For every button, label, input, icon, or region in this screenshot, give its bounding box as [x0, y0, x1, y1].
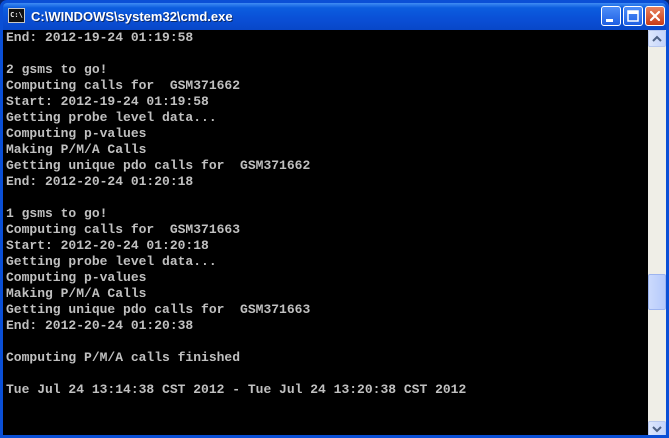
arrow-down-icon — [652, 426, 662, 433]
close-button[interactable] — [645, 6, 665, 26]
console-line: Making P/M/A Calls — [6, 142, 147, 157]
scroll-down-button[interactable] — [648, 421, 666, 435]
cmd-window: C:\ C:\WINDOWS\system32\cmd.exe End: 201… — [0, 0, 669, 438]
console-line: End: 2012-19-24 01:19:58 — [6, 30, 194, 45]
minimize-button[interactable] — [601, 6, 621, 26]
minimize-icon — [606, 19, 613, 22]
console-line: Getting unique pdo calls for GSM371663 — [6, 302, 311, 317]
console-line: Getting probe level data... — [6, 254, 217, 269]
console-line: End: 2012-20-24 01:20:18 — [6, 174, 194, 189]
console-line: Start: 2012-19-24 01:19:58 — [6, 94, 209, 109]
window-title: C:\WINDOWS\system32\cmd.exe — [31, 9, 233, 24]
console-icon[interactable]: C:\ — [8, 8, 25, 23]
scroll-up-button[interactable] — [648, 30, 666, 47]
console-line: Computing calls for GSM371662 — [6, 78, 241, 93]
console-line: 2 gsms to go! — [6, 62, 108, 77]
close-icon — [649, 10, 661, 22]
console-line: Getting probe level data... — [6, 110, 217, 125]
console-line: Making P/M/A Calls — [6, 286, 147, 301]
console-line: Computing p-values — [6, 270, 147, 285]
title-bar[interactable]: C:\ C:\WINDOWS\system32\cmd.exe — [3, 3, 666, 30]
console-line: Start: 2012-20-24 01:20:18 — [6, 238, 209, 253]
console-line: End: 2012-20-24 01:20:38 — [6, 318, 194, 333]
arrow-up-icon — [652, 35, 662, 42]
scroll-thumb[interactable] — [648, 274, 666, 310]
console-line: Getting unique pdo calls for GSM371662 — [6, 158, 311, 173]
console-output[interactable]: End: 2012-19-24 01:19:58 2 gsms to go! C… — [3, 30, 648, 435]
console-line: 1 gsms to go! — [6, 206, 108, 221]
maximize-icon — [627, 10, 639, 22]
vertical-scrollbar[interactable] — [648, 30, 666, 435]
console-line: Computing p-values — [6, 126, 147, 141]
maximize-button[interactable] — [623, 6, 643, 26]
console-line: Computing calls for GSM371663 — [6, 222, 241, 237]
console-line: Tue Jul 24 13:14:38 CST 2012 - Tue Jul 2… — [6, 382, 467, 397]
console-line: Computing P/M/A calls finished — [6, 350, 241, 365]
